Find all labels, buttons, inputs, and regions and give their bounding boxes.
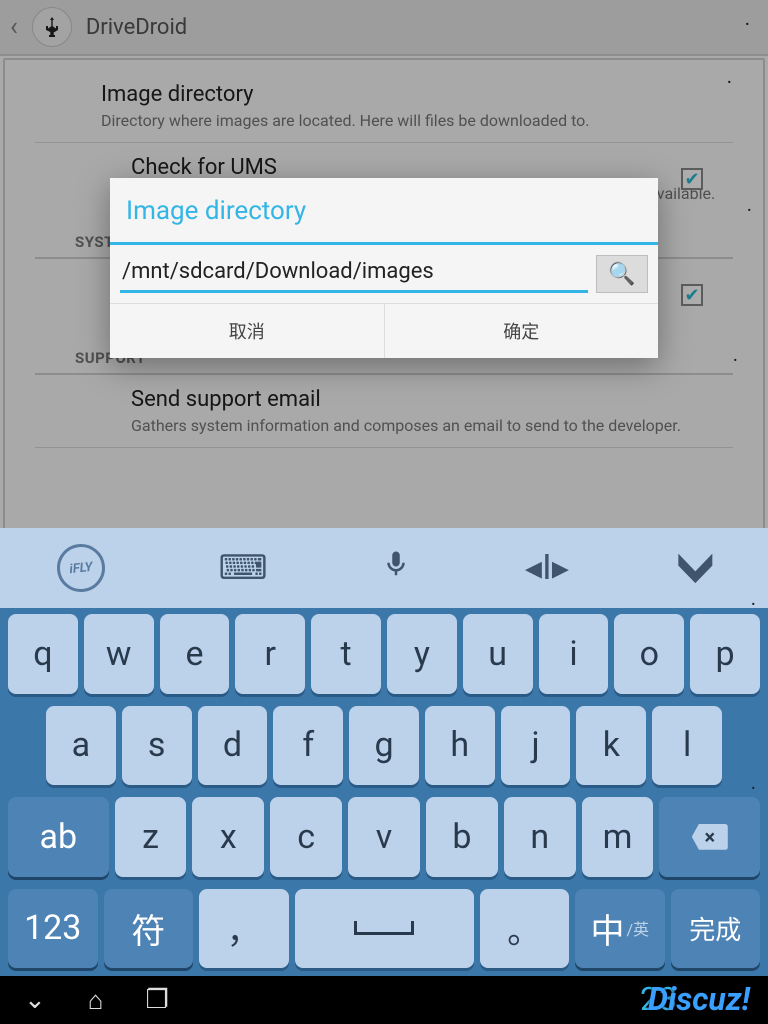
navigation-bar: ⌄ ⌂ ❐ 23 Discuz! <box>0 976 768 1024</box>
key-shift[interactable]: ab <box>8 797 109 877</box>
decorative-dot: . <box>751 770 756 794</box>
cancel-button[interactable]: 取消 <box>110 304 385 358</box>
nav-recents-icon[interactable]: ❐ <box>146 985 169 1016</box>
key-y[interactable]: y <box>387 614 457 694</box>
key-k[interactable]: k <box>576 706 646 786</box>
image-directory-dialog: Image directory 🔍 取消 确定 <box>110 178 658 358</box>
key-p[interactable]: p <box>690 614 760 694</box>
key-l[interactable]: l <box>652 706 722 786</box>
watermark: Discuz! <box>648 980 750 1018</box>
key-d[interactable]: d <box>198 706 268 786</box>
keyboard-toolbar: iFLY ⌨ ◂Ⅰ▸ ❯ <box>0 528 768 608</box>
ifly-logo-icon[interactable]: iFLY <box>54 542 107 595</box>
ime-main-label: 中 <box>590 904 624 953</box>
key-r[interactable]: r <box>235 614 305 694</box>
key-i[interactable]: i <box>539 614 609 694</box>
soft-keyboard: iFLY ⌨ ◂Ⅰ▸ ❯ q w e r t y u i o p a <box>0 528 768 976</box>
key-f[interactable]: f <box>273 706 343 786</box>
key-symbols[interactable]: 符 <box>104 889 194 969</box>
key-s[interactable]: s <box>122 706 192 786</box>
space-icon <box>354 921 414 935</box>
image-directory-input[interactable] <box>120 255 588 293</box>
decorative-dot: . <box>751 586 756 610</box>
search-icon: 🔍 <box>608 262 635 287</box>
key-a[interactable]: a <box>46 706 116 786</box>
key-v[interactable]: v <box>348 797 420 877</box>
key-j[interactable]: j <box>501 706 571 786</box>
key-comma[interactable]: ， <box>199 889 289 969</box>
microphone-icon[interactable] <box>381 545 411 592</box>
key-h[interactable]: h <box>425 706 495 786</box>
key-q[interactable]: q <box>8 614 78 694</box>
key-e[interactable]: e <box>160 614 230 694</box>
dialog-title: Image directory <box>110 178 658 242</box>
key-period[interactable]: 。 <box>480 889 570 969</box>
nav-home-icon[interactable]: ⌂ <box>88 985 104 1016</box>
key-z[interactable]: z <box>115 797 187 877</box>
keyboard-row-2: a s d f g h j k l <box>8 706 760 786</box>
key-backspace[interactable]: × <box>659 797 760 877</box>
keyboard-row-3: ab z x c v b n m × <box>8 797 760 877</box>
hide-keyboard-icon[interactable]: ❯ <box>677 545 717 591</box>
keyboard-row-4: 123 符 ， 。 中 /英 完成 <box>8 889 760 969</box>
nav-hide-keyboard-icon[interactable]: ⌄ <box>24 985 46 1016</box>
key-g[interactable]: g <box>349 706 419 786</box>
cursor-move-icon[interactable]: ◂Ⅰ▸ <box>525 548 569 588</box>
key-c[interactable]: c <box>270 797 342 877</box>
key-n[interactable]: n <box>504 797 576 877</box>
ime-sub-label: /英 <box>626 916 649 940</box>
key-w[interactable]: w <box>84 614 154 694</box>
key-b[interactable]: b <box>426 797 498 877</box>
browse-button[interactable]: 🔍 <box>596 255 648 293</box>
key-o[interactable]: o <box>614 614 684 694</box>
keyboard-row-1: q w e r t y u i o p <box>8 614 760 694</box>
key-space[interactable] <box>295 889 474 969</box>
key-u[interactable]: u <box>463 614 533 694</box>
backspace-icon: × <box>692 824 728 850</box>
decorative-dot: . <box>733 342 738 366</box>
key-t[interactable]: t <box>311 614 381 694</box>
ok-button[interactable]: 确定 <box>385 304 659 358</box>
keyboard-switch-icon[interactable]: ⌨ <box>218 548 267 588</box>
key-123[interactable]: 123 <box>8 889 98 969</box>
key-ime-switch[interactable]: 中 /英 <box>575 889 665 969</box>
key-m[interactable]: m <box>582 797 654 877</box>
key-enter[interactable]: 完成 <box>671 889 761 969</box>
decorative-dot: . <box>747 192 752 216</box>
key-x[interactable]: x <box>192 797 264 877</box>
